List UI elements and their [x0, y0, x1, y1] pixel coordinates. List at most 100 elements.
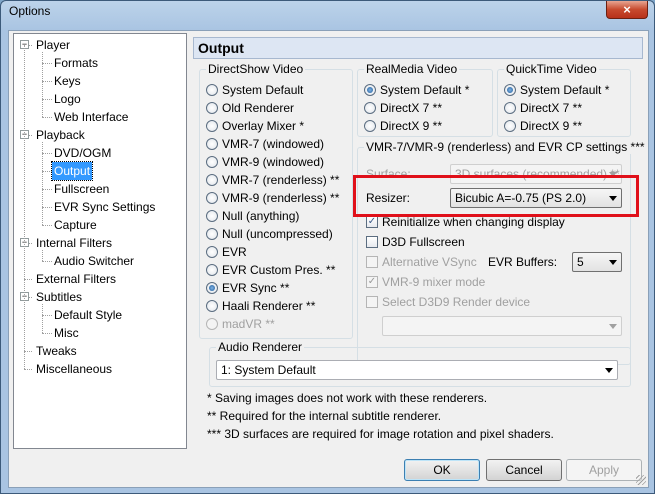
tree-item-label: Audio Switcher [54, 254, 135, 268]
audio-renderer-select[interactable]: 1: System Default [216, 360, 618, 380]
radio-button-icon [504, 84, 516, 96]
tree-item-web-interface[interactable]: Web Interface [14, 108, 186, 126]
tree-item-tweaks[interactable]: Tweaks [14, 342, 186, 360]
tree-item-label: Misc [54, 326, 79, 340]
check-icon: ✓ [366, 276, 378, 288]
tree-item-audio-switcher[interactable]: Audio Switcher [14, 252, 186, 270]
tree-item-capture[interactable]: Capture [14, 216, 186, 234]
note-3d-surfaces: *** 3D surfaces are required for image r… [207, 427, 554, 441]
ok-button[interactable]: OK [404, 459, 480, 481]
tree-item-label: Miscellaneous [36, 362, 113, 376]
tree-item-label: Web Interface [54, 110, 129, 124]
d3d9-device-select[interactable] [382, 316, 622, 336]
tree-item-formats[interactable]: Formats [14, 54, 186, 72]
options-tree[interactable]: − Player Formats Keys Logo Web Interface − Play… [13, 33, 187, 449]
radio-button-icon [206, 156, 218, 168]
checkbox-box-icon [366, 236, 378, 248]
vmr-settings-title: VMR-7/VMR-9 (renderless) and EVR CP sett… [364, 140, 647, 154]
radio-button-icon [206, 246, 218, 258]
tree-item-label: DVD/OGM [54, 146, 112, 160]
evr-buffers-label: EVR Buffers: [488, 255, 558, 269]
tree-item-external-filters[interactable]: External Filters [14, 270, 186, 288]
radio-label: Old Renderer [222, 101, 295, 115]
radio-button-icon [364, 102, 376, 114]
tree-item-label: Formats [54, 56, 99, 70]
apply-button[interactable]: Apply [566, 459, 642, 481]
evr-buffers-select[interactable]: 5 [572, 252, 622, 272]
quicktime-video-group: QuickTime Video System Default * DirectX … [497, 62, 631, 137]
checkbox-box-icon [366, 296, 378, 308]
window-title: Options [9, 4, 51, 18]
page-title: Output [193, 37, 643, 59]
cancel-button[interactable]: Cancel [486, 459, 562, 481]
radio-button-icon [206, 174, 218, 186]
radio-label: DirectX 7 ** [380, 101, 443, 115]
radio-label: System Default [222, 83, 304, 97]
tree-item-label: Fullscreen [54, 182, 110, 196]
radio-button-icon [504, 120, 516, 132]
radio-label: EVR Custom Pres. ** [222, 263, 336, 277]
radio-label: madVR ** [222, 317, 275, 331]
check-icon: ✓ [366, 216, 378, 228]
audio-renderer-group: Audio Renderer 1: System Default [209, 340, 631, 387]
close-button[interactable]: × [606, 1, 648, 19]
tree-item-label: Internal Filters [36, 236, 113, 250]
tree-item-subtitles[interactable]: − Subtitles [14, 288, 186, 306]
radio-label: DirectX 9 ** [520, 119, 583, 133]
radio-button-icon [206, 264, 218, 276]
directshow-video-title: DirectShow Video [206, 62, 306, 76]
options-window: Options × − Player Formats Keys Logo Web Inte… [0, 0, 655, 494]
radio-label: Null (anything) [222, 209, 300, 223]
radio-button-icon [206, 120, 218, 132]
radio-label: VMR-9 (renderless) ** [222, 191, 340, 205]
radio-button-icon [504, 102, 516, 114]
evr-buffers-value: 5 [577, 255, 584, 269]
chevron-down-icon [609, 260, 617, 265]
tree-item-default-style[interactable]: Default Style [14, 306, 186, 324]
tree-item-evr-sync-settings[interactable]: EVR Sync Settings [14, 198, 186, 216]
tree-item-playback[interactable]: − Playback [14, 126, 186, 144]
radio-label: EVR Sync ** [222, 281, 290, 295]
radio-button-icon [206, 318, 218, 330]
note-saving-images: * Saving images does not work with these… [207, 391, 488, 405]
radio-button-icon [206, 192, 218, 204]
radio-button-icon [206, 228, 218, 240]
tree-item-miscellaneous[interactable]: Miscellaneous [14, 360, 186, 378]
tree-item-label: Capture [54, 218, 97, 232]
tree-item-internal-filters[interactable]: − Internal Filters [14, 234, 186, 252]
title-bar[interactable]: Options × [1, 1, 654, 23]
resize-grip-icon[interactable] [636, 475, 646, 485]
tree-item-dvd-ogm[interactable]: DVD/OGM [14, 144, 186, 162]
tree-item-label: Default Style [54, 308, 123, 322]
dialog-client-area: − Player Formats Keys Logo Web Interface − Play… [8, 30, 649, 488]
tree-item-output[interactable]: Output [14, 161, 186, 181]
audio-renderer-title: Audio Renderer [216, 340, 305, 354]
radio-label: System Default * [520, 83, 610, 97]
directshow-video-group: DirectShow Video System Default Old Rende… [199, 62, 353, 339]
radio-button-icon [364, 84, 376, 96]
tree-item-label: EVR Sync Settings [54, 200, 156, 214]
radio-label: VMR-9 (windowed) [222, 155, 325, 169]
chevron-down-icon [609, 324, 617, 329]
radio-label: System Default * [380, 83, 470, 97]
tree-item-logo[interactable]: Logo [14, 90, 186, 108]
tree-item-fullscreen[interactable]: Fullscreen [14, 180, 186, 198]
tree-item-label: Output [50, 161, 94, 181]
realmedia-video-group: RealMedia Video System Default * DirectX … [357, 62, 493, 137]
tree-item-label: Player [36, 38, 71, 52]
radio-button-icon [206, 102, 218, 114]
resizer-highlight-box [353, 175, 639, 217]
radio-label: DirectX 7 ** [520, 101, 583, 115]
radio-button-icon [364, 120, 376, 132]
tree-item-label: External Filters [36, 272, 117, 286]
tree-item-player[interactable]: − Player [14, 36, 186, 54]
radio-button-icon [206, 282, 218, 294]
tree-item-keys[interactable]: Keys [14, 72, 186, 90]
tree-item-misc[interactable]: Misc [14, 324, 186, 342]
chevron-down-icon [605, 368, 613, 373]
radio-label: DirectX 9 ** [380, 119, 443, 133]
alternative-vsync-label: Alternative VSync [382, 255, 477, 269]
vmr9-mixer-label: VMR-9 mixer mode [382, 275, 486, 289]
d3d-fullscreen-label: D3D Fullscreen [382, 235, 465, 249]
audio-renderer-value: 1: System Default [221, 363, 316, 377]
